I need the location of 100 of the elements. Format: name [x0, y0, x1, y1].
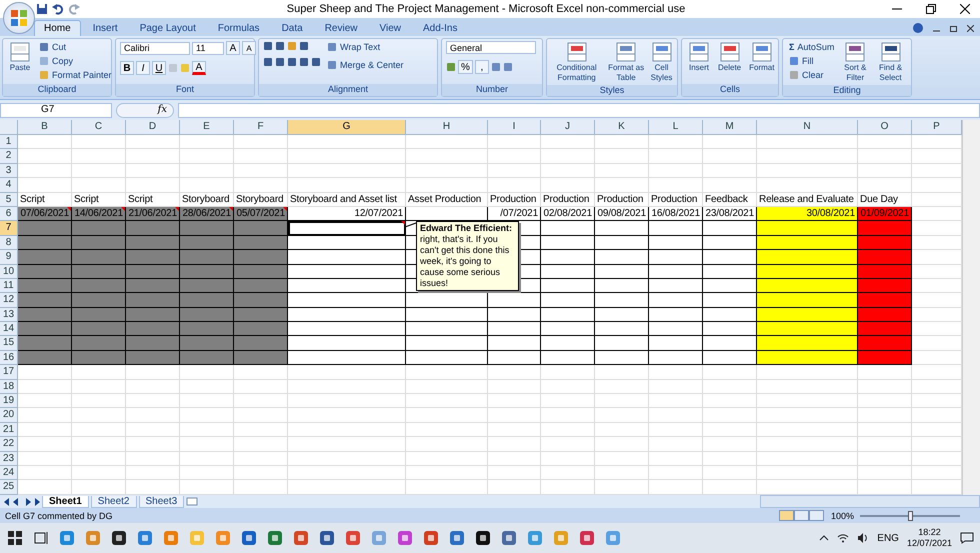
windows-icon[interactable] — [6, 529, 24, 547]
ribbon-tab[interactable]: Add-Ins — [412, 20, 468, 36]
row-header[interactable]: 5 — [0, 192, 18, 207]
fill-button[interactable]: Fill — [787, 55, 836, 67]
grow-font-button[interactable]: A — [226, 41, 240, 55]
style-button[interactable]: Cell Styles — [647, 41, 676, 83]
bold-button[interactable]: B — [120, 61, 134, 75]
row-header[interactable]: 14 — [0, 322, 18, 336]
comma-button[interactable]: , — [474, 60, 489, 74]
row-header[interactable]: 25 — [0, 480, 18, 495]
sheet-tab[interactable]: Sheet3 — [138, 496, 184, 508]
sheet-tab[interactable]: Sheet2 — [90, 496, 136, 508]
vertical-scrollbar[interactable] — [962, 120, 980, 495]
language-indicator[interactable]: ENG — [877, 532, 899, 544]
close-icon[interactable] — [960, 4, 970, 14]
font-color-button[interactable]: A — [192, 61, 206, 75]
volume-icon[interactable] — [857, 533, 870, 543]
font-name-field[interactable]: Calibri — [120, 42, 190, 54]
font-size-field[interactable]: 11 — [192, 42, 224, 54]
row-header[interactable]: 1 — [0, 135, 18, 150]
column-header[interactable]: K — [595, 120, 649, 135]
task-view-icon[interactable] — [32, 529, 50, 547]
row-header[interactable]: 6 — [0, 206, 18, 222]
ribbon-tab[interactable]: Data — [272, 20, 313, 36]
row-header[interactable]: 20 — [0, 408, 18, 423]
ribbon-tab[interactable]: Home — [34, 20, 81, 36]
new-sheet-icon[interactable] — [186, 497, 198, 506]
italic-button[interactable]: I — [136, 61, 150, 75]
autosum-button[interactable]: Σ AutoSum — [787, 41, 836, 53]
row-header[interactable]: 18 — [0, 380, 18, 394]
row-header[interactable]: 13 — [0, 308, 18, 322]
column-header[interactable]: C — [72, 120, 126, 135]
row-header[interactable]: 7 — [0, 221, 18, 236]
row-header[interactable]: 22 — [0, 437, 18, 452]
ribbon-tab[interactable]: View — [369, 20, 411, 36]
column-header[interactable]: E — [180, 120, 234, 135]
clock-date[interactable]: 12/07/2021 — [906, 538, 952, 549]
style-button[interactable]: Format as Table — [605, 41, 648, 83]
ribbon-tab[interactable]: Insert — [82, 20, 128, 36]
row-header[interactable]: 21 — [0, 422, 18, 438]
row-header[interactable]: 24 — [0, 466, 18, 480]
row-header[interactable]: 23 — [0, 452, 18, 466]
ribbon-tab[interactable]: Review — [314, 20, 368, 36]
cells-button[interactable]: Format — [747, 41, 776, 73]
cells-button[interactable]: Delete — [716, 41, 744, 73]
merge-center-button[interactable]: Merge & Center — [325, 59, 406, 71]
ribbon-tab[interactable]: Formulas — [208, 20, 270, 36]
column-header[interactable]: G — [288, 120, 406, 135]
row-header[interactable]: 9 — [0, 250, 18, 265]
sheet-navigation-icon[interactable] — [4, 498, 40, 506]
undo-icon[interactable] — [52, 3, 64, 15]
network-icon[interactable] — [837, 533, 850, 543]
row-header[interactable]: 19 — [0, 394, 18, 408]
paste-button[interactable]: Paste — [7, 41, 33, 73]
restore-icon[interactable] — [926, 4, 936, 14]
column-header[interactable]: L — [649, 120, 703, 135]
chevron-icon[interactable] — [819, 535, 830, 541]
underline-button[interactable]: U — [152, 61, 166, 75]
wrap-text-button[interactable]: Wrap Text — [325, 41, 406, 53]
row-header[interactable]: 8 — [0, 236, 18, 250]
name-box[interactable]: G7 — [0, 102, 112, 118]
style-button[interactable]: Conditional Formatting — [548, 41, 606, 83]
number-format-field[interactable]: General — [446, 41, 536, 54]
clock-time[interactable]: 18:22 — [906, 527, 952, 538]
row-header[interactable]: 4 — [0, 178, 18, 193]
cut-button[interactable]: Cut — [37, 41, 114, 53]
column-header[interactable]: H — [406, 120, 488, 135]
editing-button[interactable]: Find & Select — [874, 41, 907, 83]
row-header[interactable]: 10 — [0, 264, 18, 279]
format-painter-button[interactable]: Format Painter — [37, 69, 114, 81]
shrink-font-button[interactable]: A — [242, 41, 256, 55]
row-header[interactable]: 2 — [0, 149, 18, 164]
notification-icon[interactable] — [960, 532, 974, 544]
cells-button[interactable]: Insert — [686, 41, 712, 73]
column-header[interactable]: B — [18, 120, 72, 135]
row-header[interactable]: 11 — [0, 278, 18, 294]
percent-button[interactable]: % — [458, 60, 473, 74]
ribbon-tab[interactable]: Page Layout — [130, 20, 206, 36]
help-icon[interactable] — [913, 23, 923, 33]
column-header[interactable]: O — [858, 120, 912, 135]
column-header[interactable]: N — [757, 120, 858, 135]
view-buttons-icon[interactable] — [778, 510, 825, 521]
save-icon[interactable] — [36, 3, 48, 15]
formula-field[interactable] — [178, 102, 980, 118]
column-header[interactable]: M — [703, 120, 757, 135]
row-header[interactable]: 16 — [0, 350, 18, 366]
sheet-tab[interactable]: Sheet1 — [42, 496, 89, 508]
close-icon[interactable] — [967, 24, 974, 32]
column-header[interactable]: I — [488, 120, 541, 135]
clear-button[interactable]: Clear — [787, 69, 836, 81]
row-header[interactable]: 15 — [0, 336, 18, 351]
insert-function-button[interactable]: fx — [116, 102, 174, 118]
redo-icon[interactable] — [68, 3, 80, 15]
office-button[interactable] — [3, 2, 35, 34]
restore-icon[interactable] — [950, 24, 957, 32]
row-header[interactable]: 3 — [0, 164, 18, 178]
copy-button[interactable]: Copy — [37, 55, 114, 67]
column-header[interactable]: D — [126, 120, 180, 135]
row-header[interactable]: 17 — [0, 365, 18, 380]
horizontal-scrollbar[interactable] — [760, 495, 980, 508]
